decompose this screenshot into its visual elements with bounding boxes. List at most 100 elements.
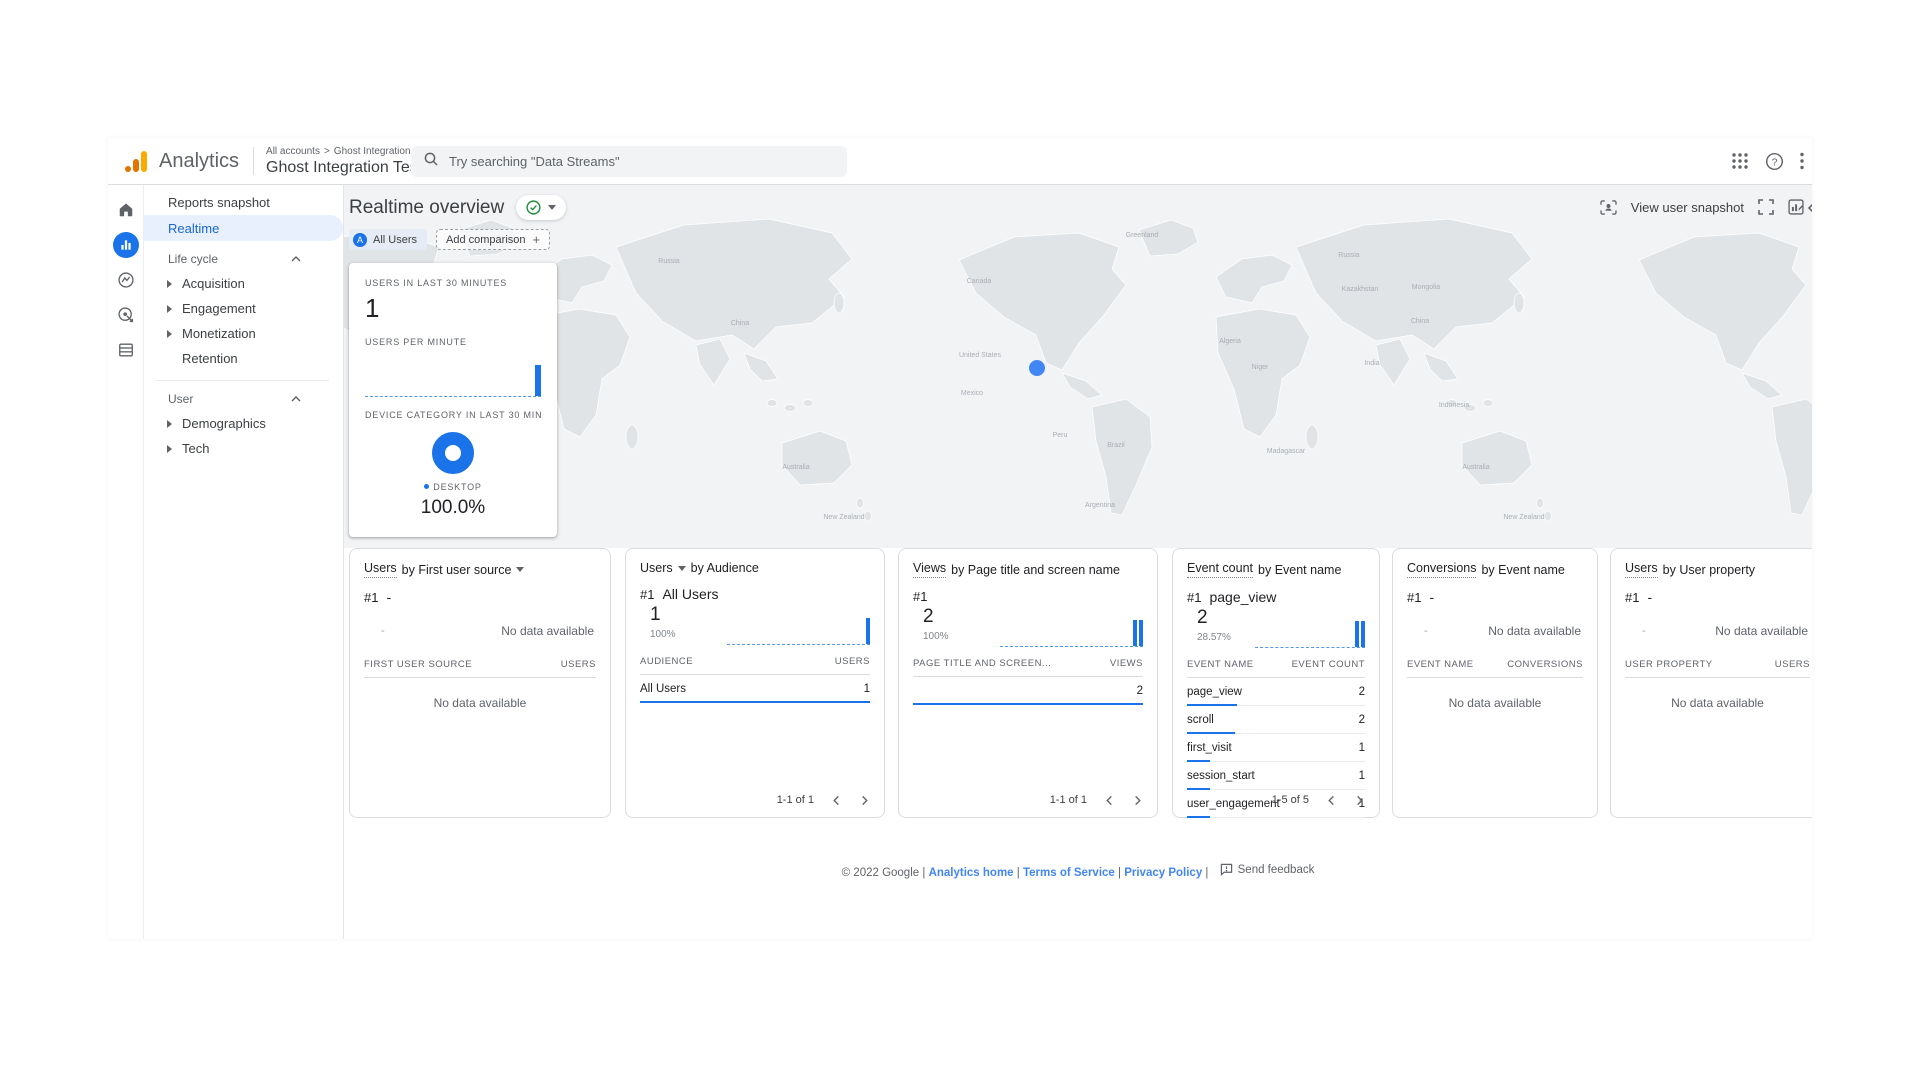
sidebar-divider	[156, 380, 329, 381]
breadcrumb-property[interactable]: Ghost Integration	[334, 146, 411, 157]
table-row[interactable]: 2	[913, 677, 1143, 705]
sidebar-item-realtime[interactable]: Realtime	[144, 215, 343, 241]
sidebar-item-acquisition[interactable]: Acquisition	[144, 271, 343, 296]
sidebar-item-tech[interactable]: Tech	[144, 436, 343, 461]
map-label: Kazakhstan	[1342, 286, 1379, 293]
rank-name: -	[1647, 589, 1652, 605]
table-empty-note: No data available	[364, 678, 596, 710]
analytics-home-link[interactable]: Analytics home	[929, 867, 1014, 879]
chevron-down-icon[interactable]	[516, 567, 524, 572]
card-title-rest: by Event name	[1481, 563, 1564, 577]
add-comparison-button[interactable]: Add comparison +	[436, 229, 550, 250]
row-value-bar	[1187, 816, 1210, 818]
advertising-icon[interactable]	[113, 302, 139, 328]
app-body: Reports snapshot Realtime Life cycle Acq…	[108, 185, 1812, 939]
rank-number: #1	[913, 589, 927, 604]
map-label: India	[1364, 360, 1379, 367]
terms-of-service-link[interactable]: Terms of Service	[1023, 867, 1115, 879]
search-input[interactable]	[449, 154, 835, 169]
map-label: Argentina	[1085, 502, 1115, 509]
row-value-bar	[913, 703, 1143, 705]
chevron-up-icon[interactable]	[291, 396, 301, 402]
page-footer: © 2022 Google | Analytics home | Terms o…	[344, 863, 1812, 879]
breadcrumb-all-accounts[interactable]: All accounts	[266, 146, 320, 157]
column-header: USERS	[1775, 659, 1810, 670]
card-metric-label[interactable]: Users	[1625, 561, 1658, 578]
search-bar[interactable]	[411, 146, 847, 177]
map-label: New Zealand	[823, 514, 864, 521]
user-snapshot-icon[interactable]	[1600, 200, 1617, 215]
table-row[interactable]: session_start1	[1187, 762, 1365, 790]
footer-separator: |	[1017, 867, 1020, 879]
card-metric-label[interactable]: Users	[640, 561, 673, 575]
privacy-policy-link[interactable]: Privacy Policy	[1124, 867, 1202, 879]
reports-icon[interactable]	[113, 232, 139, 258]
library-icon[interactable]	[113, 337, 139, 363]
spark-bar	[866, 618, 870, 644]
row-name: user_engagement	[1187, 798, 1280, 810]
topbar-divider	[253, 147, 254, 175]
feedback-icon	[1220, 863, 1233, 876]
chevron-up-icon[interactable]	[291, 256, 301, 262]
fullscreen-icon[interactable]	[1758, 199, 1774, 215]
map-label: Russia	[1338, 252, 1360, 259]
card-pagination: 1-1 of 1	[1050, 794, 1143, 806]
apps-grid-icon[interactable]	[1731, 152, 1749, 170]
column-header: EVENT NAME	[1407, 659, 1474, 670]
customize-report-icon[interactable]	[1788, 199, 1804, 215]
row-value-bar	[640, 701, 870, 703]
pager-next-icon[interactable]	[1354, 795, 1365, 806]
sidebar-item-reports-snapshot[interactable]: Reports snapshot	[144, 189, 343, 215]
table-row[interactable]: page_view2	[1187, 678, 1365, 706]
help-icon[interactable]: ?	[1765, 152, 1784, 171]
column-header: CONVERSIONS	[1507, 659, 1583, 670]
column-header: VIEWS	[1110, 658, 1143, 669]
chevron-down-icon[interactable]	[678, 566, 686, 571]
card-metric-label[interactable]: Views	[913, 561, 946, 578]
send-feedback-button[interactable]: Send feedback	[1220, 863, 1315, 876]
card-metric-label[interactable]: Event count	[1187, 561, 1253, 578]
explore-icon[interactable]	[113, 267, 139, 293]
pager-prev-icon[interactable]	[1326, 795, 1337, 806]
map-label: Madagascar	[1267, 448, 1306, 455]
card-metric-label[interactable]: Conversions	[1407, 561, 1476, 578]
metric-value: 2	[923, 606, 1000, 628]
column-header: EVENT COUNT	[1292, 659, 1365, 670]
sidebar-item-demographics[interactable]: Demographics	[144, 411, 343, 436]
table-row[interactable]: scroll2	[1187, 706, 1365, 734]
comparison-chip-all-users[interactable]: A All Users	[349, 229, 427, 250]
sparkline-chart	[727, 611, 870, 645]
pager-next-icon[interactable]	[859, 795, 870, 806]
table-row[interactable]: first_visit1	[1187, 734, 1365, 762]
card-pagination: 1-5 of 5	[1272, 794, 1365, 806]
column-header: EVENT NAME	[1187, 659, 1254, 670]
view-user-snapshot-label[interactable]: View user snapshot	[1631, 200, 1744, 215]
card-dimension-label[interactable]: Users	[364, 561, 397, 578]
kebab-menu-icon[interactable]	[1800, 152, 1804, 170]
card-users-by-first-user-source: Users by First user source #1- - No data…	[349, 548, 611, 818]
empty-dash: -	[381, 625, 385, 637]
collapse-panel-icon[interactable]	[1805, 201, 1812, 215]
sidebar-item-label: Engagement	[182, 301, 256, 316]
page-header: Realtime overview	[349, 195, 566, 220]
nav-rail	[108, 185, 144, 939]
card-conversions-by-event-name: Conversions by Event name #1- - No data …	[1392, 548, 1598, 818]
device-donut-chart[interactable]	[432, 432, 474, 474]
sidebar-item-engagement[interactable]: Engagement	[144, 296, 343, 321]
sidebar-item-monetization[interactable]: Monetization	[144, 321, 343, 346]
pager-prev-icon[interactable]	[831, 795, 842, 806]
send-feedback-label: Send feedback	[1238, 864, 1315, 876]
analytics-logo-icon[interactable]	[124, 149, 150, 173]
row-name: All Users	[640, 683, 686, 695]
users-per-minute-chart[interactable]	[365, 355, 541, 397]
sidebar-section-lifecycle[interactable]: Life cycle	[144, 247, 343, 271]
pager-prev-icon[interactable]	[1104, 795, 1115, 806]
sidebar-item-retention[interactable]: Retention	[144, 346, 343, 371]
home-icon[interactable]	[113, 197, 139, 223]
sidebar-section-user[interactable]: User	[144, 387, 343, 411]
pager-next-icon[interactable]	[1132, 795, 1143, 806]
table-row[interactable]: All Users 1	[640, 675, 870, 703]
data-status-pill[interactable]	[516, 195, 566, 220]
metric-percent: 28.57%	[1197, 632, 1255, 643]
users-30min-label: USERS IN LAST 30 MINUTES	[365, 278, 541, 288]
